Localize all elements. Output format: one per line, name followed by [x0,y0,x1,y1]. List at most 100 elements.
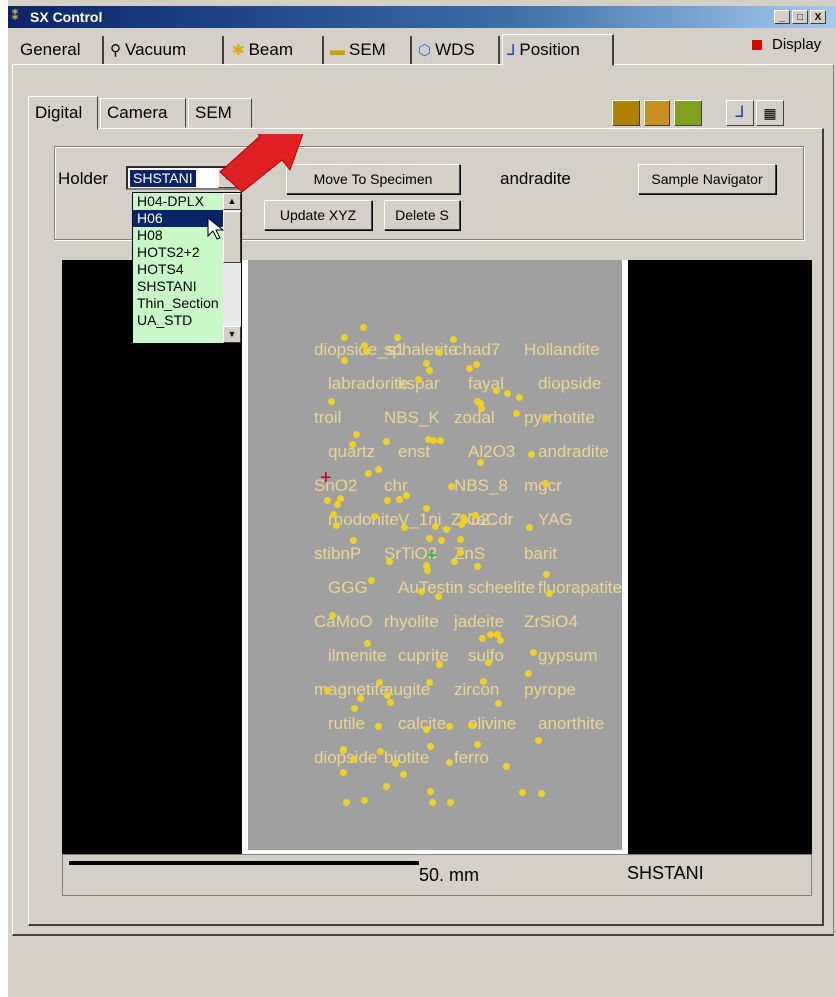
sample-marker[interactable] [383,783,391,791]
sample-label[interactable]: zodal [454,408,495,428]
dropdown-option[interactable]: UA_STD [133,312,225,329]
sample-marker[interactable] [530,649,538,657]
sample-marker[interactable] [431,523,439,531]
dropdown-option[interactable]: HOTS2+2 [133,244,225,261]
sample-marker[interactable] [436,436,444,444]
sample-marker[interactable] [426,742,434,750]
sample-label[interactable]: stibnP [314,544,361,564]
sample-marker[interactable] [496,637,504,645]
sample-marker[interactable] [342,799,350,807]
sample-marker[interactable] [503,389,511,397]
sample-marker[interactable] [396,495,404,503]
round-holder-icon[interactable] [644,100,670,126]
sample-marker[interactable] [339,746,347,754]
sample-marker[interactable] [323,496,331,504]
sample-label[interactable]: CaMoO [314,612,373,632]
tab-wds[interactable]: ⬡ WDS [414,36,500,64]
sample-marker[interactable] [360,341,368,349]
scroll-up-icon[interactable]: ▲ [223,193,241,210]
tab-vacuum[interactable]: ⚲ Vacuum [106,36,224,64]
sample-marker[interactable] [515,393,523,401]
sample-marker[interactable] [436,661,444,669]
sample-marker[interactable] [340,334,348,342]
minimize-button[interactable]: _ [774,10,790,24]
sample-label[interactable]: olivine [468,714,516,734]
dropdown-option[interactable]: H04-DPLX [133,193,225,210]
sample-marker[interactable] [524,670,532,678]
sample-label[interactable]: YAG [538,510,573,530]
properties-icon[interactable]: ▦ [756,100,784,126]
subtab-sem[interactable]: SEM [188,98,252,128]
sample-marker[interactable] [349,537,357,545]
sample-marker[interactable] [327,398,335,406]
sample-marker[interactable] [479,677,487,685]
sample-marker[interactable] [376,748,384,756]
sample-marker[interactable] [349,755,357,763]
sample-marker[interactable] [361,797,369,805]
sample-label[interactable]: NBS_K [384,408,440,428]
sample-marker[interactable] [328,612,336,620]
sample-label[interactable]: sphalerite [384,340,458,360]
sample-label[interactable]: enst [398,442,430,462]
sample-marker[interactable] [449,335,457,343]
sample-label[interactable]: augite [384,680,430,700]
sample-marker[interactable] [401,524,409,532]
sample-marker[interactable] [525,523,533,531]
holder-grid-icon[interactable] [612,100,640,126]
sample-label[interactable]: Hollandite [524,340,600,360]
sample-label[interactable]: rhyolite [384,612,439,632]
sample-marker[interactable] [375,679,383,687]
sample-label[interactable]: biotite [384,748,429,768]
sample-marker[interactable] [387,699,395,706]
sample-marker[interactable] [364,639,372,647]
sample-marker[interactable] [446,758,454,766]
sample-marker[interactable] [427,788,435,796]
sample-label[interactable]: ilmenite [328,646,387,666]
sample-label[interactable]: zircon [454,680,499,700]
sample-marker[interactable] [450,557,458,565]
subtab-digital[interactable]: Digital [28,96,98,130]
stage-view[interactable]: diopside_s1 sphalerite chad7 Hollandite labr… [62,260,812,854]
sample-label[interactable]: barit [524,544,557,564]
sample-marker[interactable] [357,694,365,702]
sample-label[interactable]: GGG [328,578,368,598]
sample-marker[interactable] [478,634,486,642]
sample-marker[interactable] [362,348,370,356]
sample-label[interactable]: ferro [454,748,489,768]
tab-sem[interactable]: ▬ SEM [326,36,412,64]
sample-label[interactable]: rutile [328,714,365,734]
sample-label[interactable]: diopside [538,374,601,394]
sample-marker[interactable] [383,496,391,504]
sample-marker[interactable] [473,397,481,405]
sample-marker[interactable] [359,324,367,332]
maximize-button[interactable]: □ [792,10,808,24]
close-button[interactable]: X [810,10,826,24]
sample-marker[interactable] [537,789,545,797]
sample-marker[interactable] [535,736,543,744]
sample-marker[interactable] [425,367,433,375]
sample-marker[interactable] [541,479,549,487]
sample-marker[interactable] [465,365,473,373]
sample-label[interactable]: scheelite [468,578,535,598]
display-button[interactable]: Display [752,36,821,53]
sample-label[interactable]: anorthite [538,714,604,734]
sample-marker[interactable] [476,458,484,466]
sample-navigator-button[interactable]: Sample Navigator [638,164,776,194]
tab-general[interactable]: General [16,36,104,64]
dropdown-option[interactable]: SHSTANI [133,278,225,295]
sample-marker[interactable] [435,348,443,356]
sample-marker[interactable] [434,593,442,601]
sample-marker[interactable] [429,799,437,807]
sample-marker[interactable] [459,513,467,521]
section-holder-icon[interactable] [674,100,702,126]
sample-marker[interactable] [392,759,400,767]
sample-label[interactable]: andradite [538,442,609,462]
update-xyz-button[interactable]: Update XYZ [264,200,372,230]
sample-marker[interactable] [425,678,433,686]
sample-label[interactable]: gypsum [538,646,598,666]
sample-marker[interactable] [456,535,464,543]
sample-marker[interactable] [423,360,431,368]
tab-position[interactable]: ⅃ Position [502,34,614,66]
scroll-down-icon[interactable]: ▼ [223,326,241,343]
sample-marker[interactable] [333,501,341,509]
